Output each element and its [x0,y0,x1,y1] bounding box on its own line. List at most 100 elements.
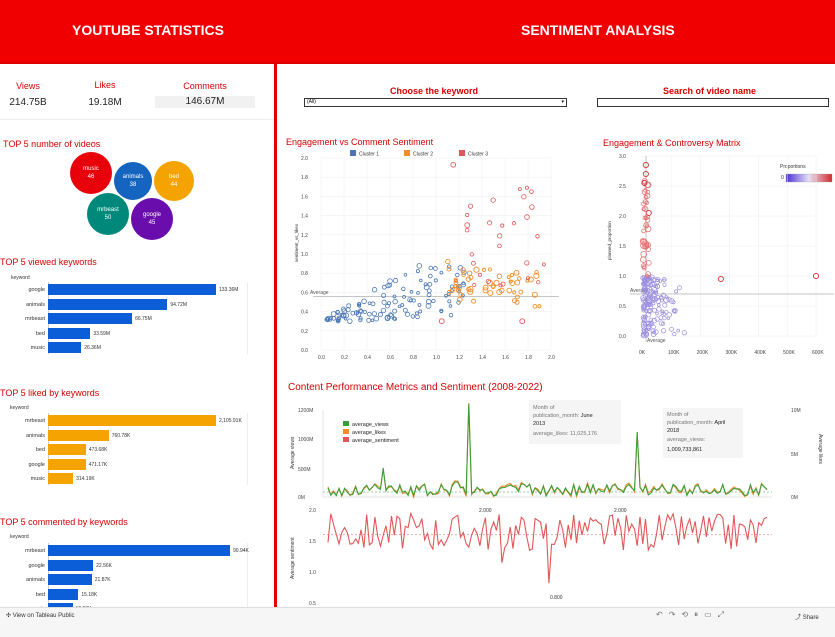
x-tick: 300K [726,350,738,356]
keyword-filter-label: Choose the keyword [390,86,479,96]
left-axis-title: Average views [290,436,296,469]
legend-cluster-2: Cluster 2 [413,152,433,158]
left-tick: 1000M [298,437,313,443]
view-on-tableau-link[interactable]: ✣ View on Tableau Public [6,612,75,619]
sentiment-analysis-title: SENTIMENT ANALYSIS [521,22,675,38]
svg-text:Month of: Month of [667,412,689,418]
bar-label: google [28,461,45,468]
top5-viewed-chart: google 133.36M animals 94.72M mrbeast 66.7… [25,282,253,354]
share-icon: ⤴ [795,615,802,621]
legend-swatch [350,150,356,156]
point-cluster-1 [330,311,337,317]
bar-label: google [28,562,45,569]
point-cluster-2 [514,279,521,286]
point-cluster-1 [367,311,372,317]
x-tick: 0K [639,350,646,356]
bar-value: 760.78K [111,432,131,439]
bar-label: animals [26,577,45,583]
y-tick: 0.8 [301,271,308,277]
point-cluster-2 [531,291,538,298]
x-tick: 0.4 [364,355,371,361]
point-cluster-3 [464,227,470,233]
keyword-select[interactable]: (All) ▾ [304,98,567,107]
redo-icon[interactable]: ↷ [669,610,682,619]
matrix-point [662,302,668,308]
point-cluster-3 [535,234,540,239]
bar-value: 94.72M [170,301,187,308]
tooltip-april-2018: Month of publication_month: April 2018 a… [663,408,743,458]
point-cluster-1 [419,278,423,283]
point-cluster-1 [409,290,414,294]
left-tick: 2.0 [309,508,316,514]
y-tick: 0.4 [301,310,308,316]
matrix-point [645,209,652,217]
content-perf-title: Content Performance Metrics and Sentimen… [288,382,543,393]
bubble-mrbeast[interactable]: mrbeast 50 [87,193,129,235]
share-button[interactable]: ⤴ Share [795,612,819,621]
point-cluster-3 [541,262,546,267]
top5-videos-title: TOP 5 number of videos [3,139,101,149]
bar-value: 33.59M [93,330,110,337]
comment-icon[interactable]: ▭ [704,610,718,619]
chevron-down-icon: ▾ [561,99,564,105]
matrix-point [672,332,677,337]
bar-value: 15.18K [81,591,98,598]
tooltip-june-2013: Month of publication_month: June 2013 av… [529,400,621,444]
y-tick: 2.0 [619,214,626,220]
x-tick: 1.4 [479,355,486,361]
point-cluster-3 [519,318,526,325]
point-cluster-2 [487,290,494,296]
svg-text:average_likes: 11,025,176: average_likes: 11,025,176 [533,431,597,437]
youtube-statistics-title: YOUTUBE STATISTICS [72,22,224,38]
x-tick: 0.0 [318,355,325,361]
point-cluster-3 [438,318,445,325]
header-bar: YOUTUBE STATISTICS SENTIMENT ANALYSIS [0,0,835,62]
matrix-point [645,259,652,266]
fullscreen-icon[interactable]: ⤢ [718,610,730,619]
matrix-point [658,315,664,320]
undo-icon[interactable]: ↶ [656,610,669,619]
right-tick: 0M [791,495,798,501]
left-tick: 500M [298,467,311,473]
point-cluster-2 [445,258,451,265]
x-tick: 1.2 [456,355,463,361]
matrix-point [666,312,672,318]
point-cluster-3 [497,243,502,249]
bubble-bed[interactable]: bed 44 [154,161,194,201]
y-tick: 3.0 [619,154,626,160]
point-cluster-1 [448,312,454,318]
point-cluster-3 [469,252,474,257]
x-tick: 0.6 [387,355,394,361]
point-cluster-1 [397,304,402,309]
kpi-comments-value: 146.67M [155,96,255,108]
pause-icon[interactable]: ⏸ [694,610,704,619]
x-tick: 0.2 [341,355,348,361]
legend-swatch [343,429,349,434]
revert-icon[interactable]: ⟲ [681,610,694,619]
matrix-point [669,326,674,332]
bubble-music[interactable]: music 46 [70,152,112,194]
bubble-count: 45 [148,220,156,226]
y-tick: 0.0 [619,334,626,340]
point-cluster-3 [467,203,474,209]
point-cluster-1 [381,284,387,290]
svg-text:2018: 2018 [667,428,679,434]
bar-label: mrbeast [25,548,45,554]
video-search-input[interactable] [597,98,829,107]
scatter-ylabel: sentiment_vs_likes [294,223,299,262]
left-tick: 0M [298,495,305,501]
point-cluster-1 [385,303,390,309]
point-cluster-3 [497,233,503,239]
point-cluster-2 [517,276,522,281]
bubble-count: 44 [170,182,178,188]
bar [48,574,92,585]
legend-average_sentiment: average_sentiment [352,438,399,444]
bubble-google[interactable]: google 45 [131,198,173,240]
legend-average_likes: average_likes [352,430,386,436]
point-cluster-1 [370,301,376,307]
point-cluster-2 [515,294,520,300]
bubble-animals[interactable]: animals 38 [114,162,152,200]
point-cluster-3 [477,272,482,277]
matrix-legend-min: 0 [781,175,784,181]
bar-value: 26.36M [84,345,101,351]
